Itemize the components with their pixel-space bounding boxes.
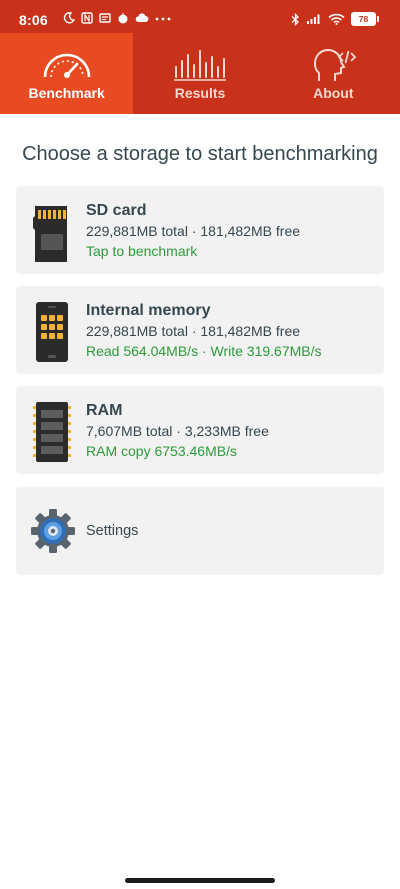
sd-card-icon xyxy=(33,206,67,262)
more-dots-icon xyxy=(155,17,171,21)
nfc-icon xyxy=(81,12,93,24)
tab-about[interactable]: About xyxy=(267,33,400,114)
tab-label: Results xyxy=(174,85,226,101)
battery-indicator: 78 xyxy=(351,12,379,26)
ram-chip-icon xyxy=(33,402,71,462)
gear-icon xyxy=(31,509,75,553)
status-notification-icons xyxy=(63,12,171,24)
storage-status: RAM copy 6753.46MB/s xyxy=(86,443,237,459)
storage-capacity: 7,607MB total · 3,233MB free xyxy=(86,423,269,439)
speedometer-icon xyxy=(43,53,90,78)
tomato-icon xyxy=(118,13,128,24)
storage-item-internal-memory[interactable]: Internal memory 229,881MB total · 181,48… xyxy=(16,286,384,374)
settings-item[interactable]: Settings xyxy=(16,487,384,575)
bluetooth-icon xyxy=(291,12,299,26)
settings-label: Settings xyxy=(86,523,139,539)
tab-bar: Benchmark Results About xyxy=(0,33,400,114)
status-bar: 8:06 78 xyxy=(0,0,400,33)
storage-capacity: 229,881MB total · 181,482MB free xyxy=(86,223,301,239)
moon-icon xyxy=(63,12,75,24)
storage-item-sd-card[interactable]: SD card 229,881MB total · 181,482MB free… xyxy=(16,186,384,274)
cloud-icon xyxy=(135,13,149,22)
page-title: Choose a storage to start benchmarking xyxy=(22,143,378,165)
wifi-icon xyxy=(328,13,345,25)
news-icon xyxy=(99,13,111,23)
status-time: 8:06 xyxy=(19,12,48,28)
bars-icon xyxy=(173,50,226,81)
storage-title: SD card xyxy=(86,202,147,219)
storage-status: Read 564.04MB/s · Write 319.67MB/s xyxy=(86,343,322,359)
tab-label: About xyxy=(313,85,354,101)
tab-results[interactable]: Results xyxy=(133,33,266,114)
phone-chip-icon xyxy=(36,302,68,362)
home-indicator[interactable] xyxy=(125,878,275,883)
head-code-icon xyxy=(314,48,357,81)
storage-title: RAM xyxy=(86,402,123,419)
status-system-icons: 78 xyxy=(291,12,379,26)
storage-capacity: 229,881MB total · 181,482MB free xyxy=(86,323,301,339)
storage-item-ram[interactable]: RAM 7,607MB total · 3,233MB free RAM cop… xyxy=(16,386,384,474)
storage-title: Internal memory xyxy=(86,302,211,319)
tab-label: Benchmark xyxy=(28,85,105,101)
signal-icon xyxy=(307,14,320,24)
tab-benchmark[interactable]: Benchmark xyxy=(0,33,134,114)
storage-status: Tap to benchmark xyxy=(86,243,198,259)
